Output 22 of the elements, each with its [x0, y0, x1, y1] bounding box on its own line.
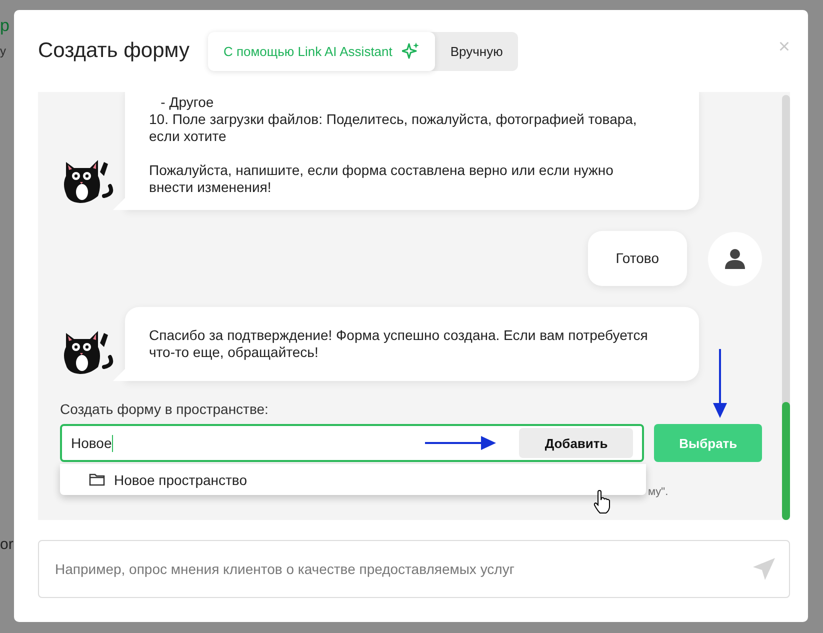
dialog-title: Создать форму	[38, 39, 190, 63]
add-button[interactable]: Добавить	[519, 428, 634, 458]
person-icon	[724, 248, 746, 270]
annotation-arrow	[713, 349, 727, 419]
mode-tab[interactable]: Вручную	[435, 32, 518, 70]
sparkle-icon	[402, 42, 420, 60]
message-text: - Другое	[160, 94, 215, 111]
annotation-arrow	[425, 436, 497, 450]
send-icon[interactable]	[752, 557, 776, 581]
message-text: Спасибо за подтверждение! Форма успешно создана. Если вам потребуется что-то еще, обращайтесь!	[149, 327, 649, 361]
background-text: у	[0, 44, 6, 58]
suggestion-item[interactable]: Новое пространство	[60, 464, 646, 495]
hint-text: му".	[648, 486, 668, 498]
message-text: Пожалуйста, напишите, если форма составлена верно или если нужно внести изменения!	[149, 162, 614, 196]
message-text: Готово	[616, 250, 659, 267]
space-label: Создать форму в пространстве:	[60, 401, 270, 417]
background-text: or	[0, 536, 14, 553]
message-text: 10. Поле загрузки файлов: Поделитесь, пожалуйста, фотографией товара, если хотите	[149, 111, 638, 145]
folder-icon	[89, 473, 105, 486]
prompt-input-field[interactable]: Например, опрос мнения клиентов о качестве предоставляемых услуг	[38, 540, 790, 598]
background-text: р	[0, 16, 10, 36]
scrollbar[interactable]	[782, 95, 790, 520]
